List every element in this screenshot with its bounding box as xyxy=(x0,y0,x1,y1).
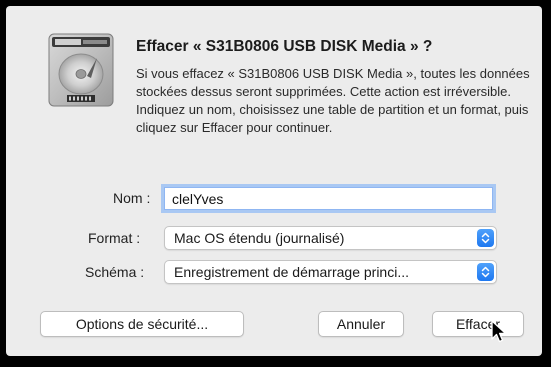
name-field[interactable] xyxy=(164,187,493,210)
scheme-popup[interactable]: Enregistrement de démarrage princi... xyxy=(164,260,497,284)
scheme-popup-value: Enregistrement de démarrage princi... xyxy=(174,264,409,280)
chevron-up-down-icon xyxy=(477,263,494,281)
scheme-label: Schéma : xyxy=(85,264,145,280)
chevron-up-down-icon xyxy=(477,229,494,247)
external-disk-icon xyxy=(47,32,115,108)
mouse-pointer-icon xyxy=(491,320,507,344)
cancel-button[interactable]: Annuler xyxy=(318,311,404,337)
erase-button[interactable]: Effacer xyxy=(432,311,524,337)
dialog-message: Si vous effacez « S31B0806 USB DISK Medi… xyxy=(136,66,530,135)
erase-dialog: Effacer « S31B0806 USB DISK Media » ? Si… xyxy=(6,6,542,356)
format-label: Format : xyxy=(88,230,141,246)
security-options-button[interactable]: Options de sécurité... xyxy=(40,311,244,337)
dialog-title: Effacer « S31B0806 USB DISK Media » ? xyxy=(136,38,433,55)
name-label: Nom : xyxy=(113,190,151,206)
format-popup-value: Mac OS étendu (journalisé) xyxy=(174,230,345,246)
format-popup[interactable]: Mac OS étendu (journalisé) xyxy=(164,226,497,250)
